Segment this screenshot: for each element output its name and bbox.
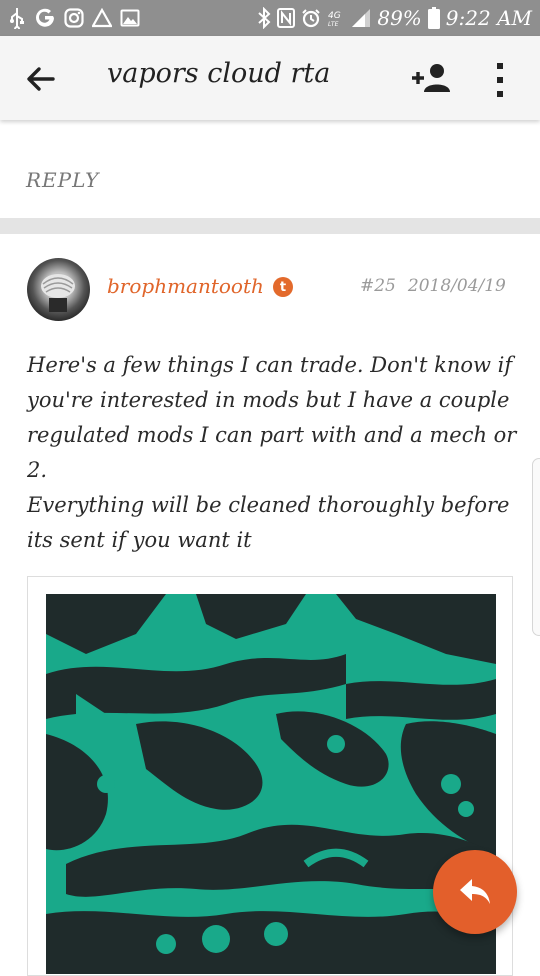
add-user-button[interactable] <box>408 60 456 96</box>
back-button[interactable] <box>24 62 58 96</box>
more-options-button[interactable] <box>486 60 514 100</box>
user-badge: t <box>273 277 293 297</box>
post-number: #25 <box>360 276 396 296</box>
signal-icon <box>351 8 371 28</box>
clock: 9:22 AM <box>445 6 532 30</box>
section-divider <box>0 218 540 234</box>
post-paragraph: Here's a few things I can trade. Don't k… <box>27 353 517 482</box>
usb-icon <box>8 7 26 29</box>
battery-icon <box>427 7 440 29</box>
google-icon <box>34 7 56 29</box>
reply-button[interactable]: REPLY <box>26 168 99 192</box>
post-card: brophmantooth t #25 2018/04/19 Here's a … <box>0 234 540 976</box>
svg-text:LTE: LTE <box>328 21 339 28</box>
page-title: vapors cloud rta <box>107 58 331 89</box>
post-body: Here's a few things I can trade. Don't k… <box>27 348 527 558</box>
reply-fab[interactable] <box>433 850 517 934</box>
arrow-back-icon <box>27 67 55 91</box>
status-bar: 4G LTE 89% 9:22 AM <box>0 0 540 36</box>
nfc-icon <box>277 8 296 28</box>
battery-percent: 89% <box>377 6 422 30</box>
post-author[interactable]: brophmantooth <box>107 274 264 298</box>
app-bar: vapors cloud rta <box>0 36 540 120</box>
post-paragraph: Everything will be cleaned thoroughly be… <box>27 493 510 552</box>
reply-icon <box>460 879 490 904</box>
reply-section: REPLY <box>0 120 540 218</box>
system-icons: 4G LTE 89% 9:22 AM <box>257 6 532 30</box>
lte-icon: 4G LTE <box>327 8 345 28</box>
post-date: 2018/04/19 <box>407 276 506 296</box>
alarm-icon <box>301 8 321 28</box>
bluetooth-icon <box>257 7 271 29</box>
scroll-indicator[interactable] <box>532 458 540 636</box>
gallery-icon <box>120 8 140 28</box>
add-user-icon <box>412 64 450 92</box>
alert-icon <box>92 8 112 28</box>
more-vert-icon <box>497 63 503 97</box>
attachment-image[interactable] <box>46 594 496 974</box>
post-meta: #25 2018/04/19 <box>360 276 506 296</box>
notification-icons <box>8 7 140 29</box>
instagram-icon <box>64 8 84 28</box>
svg-text:4G: 4G <box>328 11 341 21</box>
avatar[interactable] <box>27 258 90 321</box>
